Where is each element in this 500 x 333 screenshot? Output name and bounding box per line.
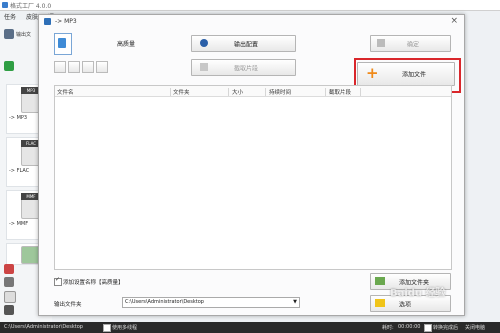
dialog-title: -> MP3 xyxy=(55,18,77,25)
move-up-icon[interactable] xyxy=(54,61,66,73)
after-done-label: 转换完成后 xyxy=(433,325,459,331)
output-folder-label[interactable]: 输出文 xyxy=(16,31,31,38)
watermark: Baidu 经验 xyxy=(390,288,446,299)
file-list[interactable]: 文件名 文件夹 大小 持续时间 截取片段 xyxy=(54,85,452,270)
clip-icon xyxy=(200,63,208,71)
col-clip[interactable]: 截取片段 xyxy=(329,88,351,96)
multithread-label: 使用多线程 xyxy=(112,325,138,331)
after-done-checkbox[interactable] xyxy=(424,324,432,332)
column-divider xyxy=(170,88,171,96)
elapsed-value: 00:00:00 xyxy=(398,324,421,330)
format-tile-label: -> FLAC xyxy=(9,168,30,174)
chevron-down-icon: ▼ xyxy=(293,299,297,305)
column-divider xyxy=(228,88,229,96)
statusbar-path[interactable]: C:\Users\Administrator\Desktop xyxy=(4,324,83,330)
output-folder-label: 输出文件夹 xyxy=(54,302,82,308)
col-size[interactable]: 大小 xyxy=(232,88,243,96)
col-duration[interactable]: 持续时间 xyxy=(269,88,291,96)
col-folder[interactable]: 文件夹 xyxy=(173,88,190,96)
col-filename[interactable]: 文件名 xyxy=(57,88,74,96)
config-icon xyxy=(200,39,208,47)
dialog-icon xyxy=(44,18,51,25)
disc-category-icon[interactable] xyxy=(4,291,16,303)
video-category-icon[interactable] xyxy=(4,264,14,274)
tools-category-icon[interactable] xyxy=(4,305,14,315)
image-category-icon[interactable] xyxy=(4,277,14,287)
dialog-titlebar: -> MP3 × xyxy=(39,15,464,27)
column-divider xyxy=(325,88,326,96)
quality-profile-icon[interactable] xyxy=(54,33,72,55)
file-list-header: 文件名 文件夹 大小 持续时间 截取片段 xyxy=(55,86,451,97)
clip-button[interactable]: 截取片段 xyxy=(191,59,296,76)
elapsed-label: 耗时: xyxy=(382,325,394,331)
quality-label: 高质量 xyxy=(117,41,136,48)
multithread-checkbox[interactable] xyxy=(103,324,111,332)
move-down-icon[interactable] xyxy=(68,61,80,73)
output-folder-select[interactable]: C:\Users\Administrator\Desktop ▼ xyxy=(122,297,300,308)
app-title: 格式工厂 4.0.0 xyxy=(10,3,52,10)
music-note-icon[interactable] xyxy=(4,61,14,71)
options-icon xyxy=(375,299,385,307)
clear-icon[interactable] xyxy=(96,61,108,73)
confirm-button[interactable]: 确定 xyxy=(370,35,451,52)
close-icon[interactable]: × xyxy=(450,16,458,26)
remove-icon[interactable] xyxy=(82,61,94,73)
output-folder-value: C:\Users\Administrator\Desktop xyxy=(125,299,204,305)
shutdown-label[interactable]: 关闭电脑 xyxy=(465,324,485,331)
output-config-button[interactable]: 输出配置 xyxy=(191,35,296,52)
add-settings-checkbox[interactable] xyxy=(54,276,62,286)
confirm-icon xyxy=(377,39,385,47)
column-divider xyxy=(360,88,361,96)
mp3-dialog: -> MP3 × 高质量 输出配置 确定 截取片段 + 添加文件 文件名 文件夹… xyxy=(38,14,465,316)
format-tile-label: -> MMF xyxy=(9,221,29,227)
column-divider xyxy=(265,88,266,96)
statusbar: C:\Users\Administrator\Desktop 使用多线程 耗时:… xyxy=(0,322,500,333)
app-logo-icon xyxy=(2,2,8,8)
app-titlebar: 格式工厂 4.0.0 xyxy=(0,0,500,11)
add-folder-icon xyxy=(375,277,385,285)
format-tile-label: -> MP3 xyxy=(9,115,28,121)
output-folder-icon[interactable] xyxy=(4,29,14,39)
add-settings-label: 添加设置名称【高质量】 xyxy=(63,280,124,286)
